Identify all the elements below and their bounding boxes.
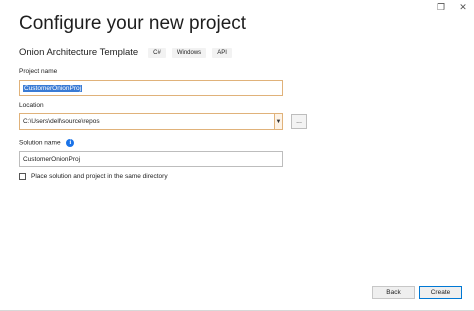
restore-icon[interactable]: ❐ [430, 0, 452, 14]
location-combobox[interactable]: C:\Users\dell\source\repos ▼ [19, 113, 283, 130]
solution-name-label: Solution name [19, 139, 61, 147]
same-directory-label: Place solution and project in the same d… [31, 173, 168, 180]
solution-name-label-row: Solution name i [19, 139, 75, 147]
project-name-label: Project name [19, 68, 58, 75]
tag-language: C# [148, 47, 166, 58]
info-icon[interactable]: i [66, 139, 75, 147]
location-label: Location [19, 102, 44, 109]
tag-platform: Windows [171, 47, 207, 58]
create-button[interactable]: Create [419, 286, 462, 299]
template-name: Onion Architecture Template [19, 47, 139, 58]
page-title: Configure your new project [19, 13, 247, 34]
dialog-window: ❐ ✕ Configure your new project Onion Arc… [0, 0, 474, 311]
project-name-value: CustomerOnionProj [23, 84, 83, 92]
back-button[interactable]: Back [372, 286, 415, 299]
close-icon[interactable]: ✕ [452, 0, 474, 14]
same-directory-option[interactable]: Place solution and project in the same d… [19, 173, 168, 180]
template-row: Onion Architecture Template C# Windows A… [19, 47, 232, 58]
browse-button[interactable]: ... [291, 114, 307, 129]
chevron-down-icon[interactable]: ▼ [274, 114, 282, 129]
project-name-input[interactable]: CustomerOnionProj [19, 80, 283, 96]
window-controls: ❐ ✕ [430, 0, 474, 14]
same-directory-checkbox[interactable] [19, 173, 26, 180]
solution-name-input[interactable]: CustomerOnionProj [19, 151, 283, 167]
tag-project-type: API [212, 47, 232, 58]
location-value: C:\Users\dell\source\repos [23, 118, 100, 125]
solution-name-value: CustomerOnionProj [23, 155, 81, 163]
